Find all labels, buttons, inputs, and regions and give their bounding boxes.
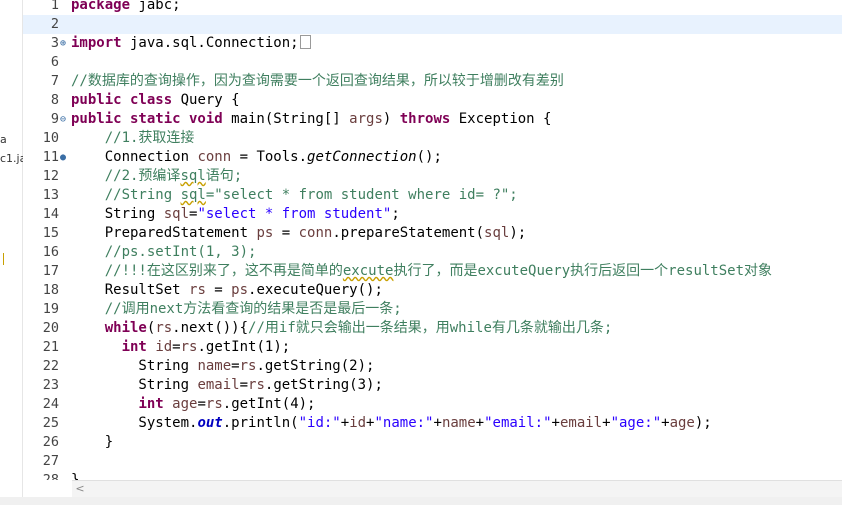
line-number: 26: [42, 434, 59, 450]
code-line[interactable]: 19 //调用next方法看查询的结果是否是最后一条;: [23, 300, 842, 319]
folded-imports-box[interactable]: [299, 35, 311, 49]
line-number: 10: [42, 130, 59, 146]
line-number: 11: [42, 149, 59, 165]
line-number: 2: [50, 16, 59, 32]
package-explorer-strip: a c1.ja: [0, 0, 26, 505]
code-text[interactable]: //2.预编译sql语句;: [71, 167, 242, 186]
code-line[interactable]: 24 int age=rs.getInt(4);: [23, 395, 842, 414]
code-line[interactable]: 1 package jabc;: [23, 0, 842, 15]
code-line[interactable]: 12 //2.预编译sql语句;: [23, 167, 842, 186]
line-number: 12: [42, 168, 59, 184]
code-line[interactable]: 13 //String sql="select * from student w…: [23, 186, 842, 205]
explorer-selection-marker: [0, 253, 4, 265]
line-number: 23: [42, 377, 59, 393]
line-number: 8: [50, 92, 59, 108]
code-text[interactable]: //数据库的查询操作，因为查询需要一个返回查询结果，所以较于增删改有差别: [71, 72, 564, 91]
code-text[interactable]: PreparedStatement ps = conn.prepareState…: [71, 224, 526, 243]
code-text[interactable]: //String sql="select * from student wher…: [71, 186, 518, 205]
code-line[interactable]: 8 public class Query {: [23, 91, 842, 110]
line-number: 18: [42, 282, 59, 298]
line-number: 6: [50, 54, 59, 70]
line-number: 7: [50, 73, 59, 89]
line-number: 24: [42, 396, 59, 412]
explorer-item-fragment[interactable]: a: [0, 133, 7, 146]
line-number: 25: [42, 415, 59, 431]
code-text[interactable]: int id=rs.getInt(1);: [71, 338, 291, 357]
fold-expand-icon[interactable]: ⊕: [60, 34, 66, 53]
code-text[interactable]: //调用next方法看查询的结果是否是最后一条;: [71, 300, 402, 319]
line-number: 19: [42, 301, 59, 317]
line-number: 3: [50, 35, 59, 51]
code-text[interactable]: }: [71, 471, 79, 480]
code-text[interactable]: Connection conn = Tools.getConnection();: [71, 148, 442, 167]
horizontal-scrollbar[interactable]: <: [72, 480, 842, 497]
code-text[interactable]: //!!!在这区别来了，这不再是简单的excute执行了，而是excuteQue…: [71, 262, 772, 281]
code-text[interactable]: int age=rs.getInt(4);: [71, 395, 315, 414]
code-line[interactable]: 15 PreparedStatement ps = conn.prepareSt…: [23, 224, 842, 243]
code-text[interactable]: while(rs.next()){//用if就只会输出一条结果，用while有几…: [71, 319, 613, 338]
editor-bottom-bar: [0, 497, 842, 505]
line-number: 16: [42, 244, 59, 260]
java-code-editor[interactable]: 1 package jabc; 2 3 ⊕ import java.sql.Connect…: [23, 0, 842, 480]
line-number: 17: [42, 263, 59, 279]
code-line[interactable]: 21 int id=rs.getInt(1);: [23, 338, 842, 357]
line-number: 15: [42, 225, 59, 241]
code-text[interactable]: public static void main(String[] args) t…: [71, 110, 551, 129]
line-number: 21: [42, 339, 59, 355]
code-line[interactable]: 18 ResultSet rs = ps.executeQuery();: [23, 281, 842, 300]
line-number: 22: [42, 358, 59, 374]
code-text[interactable]: ResultSet rs = ps.executeQuery();: [71, 281, 383, 300]
code-line[interactable]: 16 //ps.setInt(1, 3);: [23, 243, 842, 262]
code-line[interactable]: 26 }: [23, 433, 842, 452]
code-line[interactable]: 20 while(rs.next()){//用if就只会输出一条结果，用whil…: [23, 319, 842, 338]
fold-collapse-icon[interactable]: ⊖: [60, 110, 66, 129]
line-number: 14: [42, 206, 59, 222]
code-line[interactable]: 23 String email=rs.getString(3);: [23, 376, 842, 395]
code-line[interactable]: 6: [23, 53, 842, 72]
code-line[interactable]: 27: [23, 452, 842, 471]
code-text[interactable]: String name=rs.getString(2);: [71, 357, 374, 376]
line-number: 1: [50, 0, 59, 13]
code-line[interactable]: 17 //!!!在这区别来了，这不再是简单的excute执行了，而是excute…: [23, 262, 842, 281]
line-number: 9: [50, 111, 59, 127]
line-number: 20: [42, 320, 59, 336]
line-number: 13: [42, 187, 59, 203]
code-line[interactable]: 25 System.out.println("id:"+id+"name:"+n…: [23, 414, 842, 433]
code-text[interactable]: public class Query {: [71, 91, 240, 110]
code-text[interactable]: String sql="select * from student";: [71, 205, 400, 224]
code-line[interactable]: 7 //数据库的查询操作，因为查询需要一个返回查询结果，所以较于增删改有差别: [23, 72, 842, 91]
code-text[interactable]: //1.获取连接: [71, 129, 195, 148]
code-line[interactable]: 11 ● Connection conn = Tools.getConnectio…: [23, 148, 842, 167]
code-text[interactable]: }: [71, 433, 113, 452]
line-number: 27: [42, 453, 59, 469]
code-text[interactable]: package jabc;: [71, 0, 181, 15]
code-line[interactable]: 28}: [23, 471, 842, 480]
code-line[interactable]: 3 ⊕ import java.sql.Connection;: [23, 34, 842, 53]
code-line[interactable]: 2: [23, 15, 842, 34]
code-line[interactable]: 14 String sql="select * from student";: [23, 205, 842, 224]
breakpoint-marker-icon[interactable]: ●: [60, 148, 66, 167]
code-text[interactable]: System.out.println("id:"+id+"name:"+name…: [71, 414, 711, 433]
code-line[interactable]: 10 //1.获取连接: [23, 129, 842, 148]
scroll-left-arrow-icon[interactable]: <: [72, 481, 88, 497]
code-line[interactable]: 9 ⊖ public static void main(String[] args)…: [23, 110, 842, 129]
code-text[interactable]: import java.sql.Connection;: [71, 34, 311, 53]
line-number: 28: [42, 472, 59, 480]
code-line[interactable]: 22 String name=rs.getString(2);: [23, 357, 842, 376]
code-text[interactable]: String email=rs.getString(3);: [71, 376, 382, 395]
code-text[interactable]: //ps.setInt(1, 3);: [71, 243, 257, 262]
